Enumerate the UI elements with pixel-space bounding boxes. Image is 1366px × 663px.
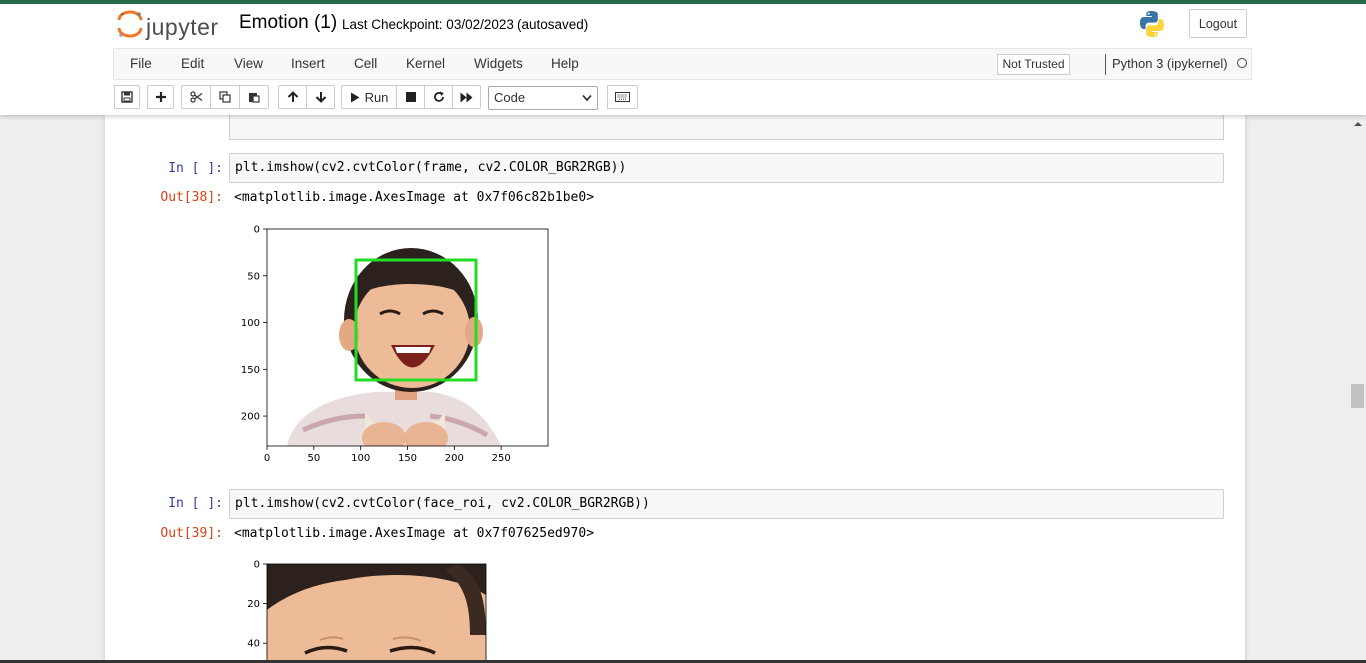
- jupyter-logo[interactable]: jupyter: [116, 8, 228, 40]
- accent-bar: [0, 0, 1366, 4]
- clipboard-group: [181, 85, 269, 109]
- plot-1-x-tick-label: 50: [307, 453, 320, 464]
- keyboard-icon: [615, 92, 630, 102]
- menu-edit[interactable]: Edit: [181, 56, 204, 71]
- plot-1-x-tick-label: 150: [398, 453, 417, 464]
- cut-button[interactable]: [181, 85, 211, 109]
- insert-cell-button[interactable]: [147, 85, 174, 109]
- cell-type-select[interactable]: Code: [488, 86, 598, 110]
- chevron-down-icon: [582, 94, 592, 102]
- restart-run-all-button[interactable]: [452, 85, 481, 109]
- plot-2-y-tick-label: 0: [254, 560, 260, 571]
- menu-cell[interactable]: Cell: [354, 56, 377, 71]
- play-icon: [350, 92, 360, 102]
- insert-group: [147, 85, 174, 109]
- fast-forward-icon: [460, 92, 473, 102]
- copy-button[interactable]: [210, 85, 240, 109]
- plot-2-y-tick-label: 40: [247, 639, 260, 650]
- cell-1-input[interactable]: plt.imshow(cv2.cvtColor(frame, cv2.COLOR…: [229, 153, 1224, 183]
- plot-1-x-tick-label: 0: [264, 453, 270, 464]
- menu-widgets[interactable]: Widgets: [474, 56, 523, 71]
- python-logo-icon: [1140, 11, 1164, 37]
- toolbar: Run Code: [113, 85, 1252, 111]
- cell-1-in-prompt: In [ ]:: [168, 161, 223, 176]
- plot-1-y-tick-label: 200: [241, 412, 260, 423]
- menubar: File Edit View Insert Cell Kernel Widget…: [113, 48, 1252, 80]
- logo-text: jupyter: [146, 14, 219, 40]
- cell-type-value: Code: [494, 90, 526, 105]
- logout-button[interactable]: Logout: [1189, 9, 1247, 38]
- notebook-title[interactable]: Emotion (1): [239, 12, 337, 34]
- move-group: [278, 85, 335, 109]
- plot-2-axes: 0 20 40: [247, 560, 267, 650]
- kernel-name[interactable]: Python 3 (ipykernel): [1112, 56, 1228, 71]
- kernel-separator: [1105, 54, 1106, 75]
- plus-icon: [155, 92, 166, 102]
- stop-icon: [405, 92, 416, 102]
- cell-1-plot: 0 50 100 150 200 250 0 50 100 150 200: [241, 225, 549, 464]
- paste-button[interactable]: [239, 85, 269, 109]
- jupyter-logo-icon: [117, 10, 143, 38]
- kernel-idle-icon: [1237, 58, 1247, 68]
- arrow-down-icon: [315, 92, 326, 103]
- interrupt-button[interactable]: [396, 85, 425, 109]
- cut-icon: [189, 91, 202, 103]
- scroll-up-icon[interactable]: [1352, 118, 1364, 130]
- plot-1-y-tick-label: 50: [247, 271, 260, 282]
- copy-icon: [219, 91, 231, 103]
- restart-icon: [433, 91, 444, 102]
- cell-2-output-text: <matplotlib.image.AxesImage at 0x7f07625…: [234, 526, 595, 541]
- cell-2-out-prompt: Out[39]:: [160, 526, 223, 541]
- paste-icon: [249, 93, 260, 103]
- cell-2-input[interactable]: plt.imshow(cv2.cvtColor(face_roi, cv2.CO…: [229, 489, 1224, 519]
- plot-1-x-tick-label: 200: [445, 453, 464, 464]
- move-up-button[interactable]: [278, 85, 307, 109]
- cell-2-plot: 0 20 40: [247, 560, 487, 663]
- menu-kernel[interactable]: Kernel: [406, 56, 445, 71]
- save-button[interactable]: [114, 85, 140, 109]
- cell-1-output-text: <matplotlib.image.AxesImage at 0x7f06c82…: [234, 190, 595, 205]
- save-group: [114, 85, 140, 109]
- plot-1-x-tick-label: 250: [492, 453, 511, 464]
- menu-insert[interactable]: Insert: [291, 56, 325, 71]
- menu-view[interactable]: View: [234, 56, 263, 71]
- move-down-button[interactable]: [306, 85, 335, 109]
- plot-2-y-tick-label: 20: [247, 599, 260, 610]
- plot-1-y-tick-label: 150: [241, 365, 260, 376]
- cell-1-out-prompt: Out[38]:: [160, 190, 223, 205]
- checkpoint-status: Last Checkpoint: 03/02/2023: [342, 17, 514, 32]
- menu-help[interactable]: Help: [551, 56, 579, 71]
- notebook-header: jupyter Emotion (1) Last Checkpoint: 03/…: [0, 0, 1366, 115]
- notebook-container: In [ ]: plt.imshow(cv2.cvtColor(frame, c…: [105, 113, 1245, 663]
- previous-cell-input[interactable]: [229, 113, 1224, 140]
- save-icon: [121, 91, 133, 103]
- run-group: Run: [341, 85, 481, 109]
- cell-2-in-prompt: In [ ]:: [168, 496, 223, 511]
- restart-button[interactable]: [424, 85, 453, 109]
- menu-file[interactable]: File: [130, 56, 152, 71]
- trust-status-button[interactable]: Not Trusted: [997, 54, 1070, 75]
- autosave-status: (autosaved): [517, 17, 589, 32]
- run-button[interactable]: Run: [341, 85, 397, 109]
- arrow-up-icon: [287, 91, 298, 102]
- keyboard-group: [607, 85, 638, 109]
- plot-1-x-tick-label: 100: [351, 453, 370, 464]
- plot-1-y-tick-label: 0: [254, 225, 260, 236]
- scrollbar-thumb[interactable]: [1351, 384, 1364, 408]
- plot-1-y-tick-label: 100: [241, 318, 260, 329]
- run-label: Run: [364, 89, 389, 105]
- command-palette-button[interactable]: [607, 85, 638, 109]
